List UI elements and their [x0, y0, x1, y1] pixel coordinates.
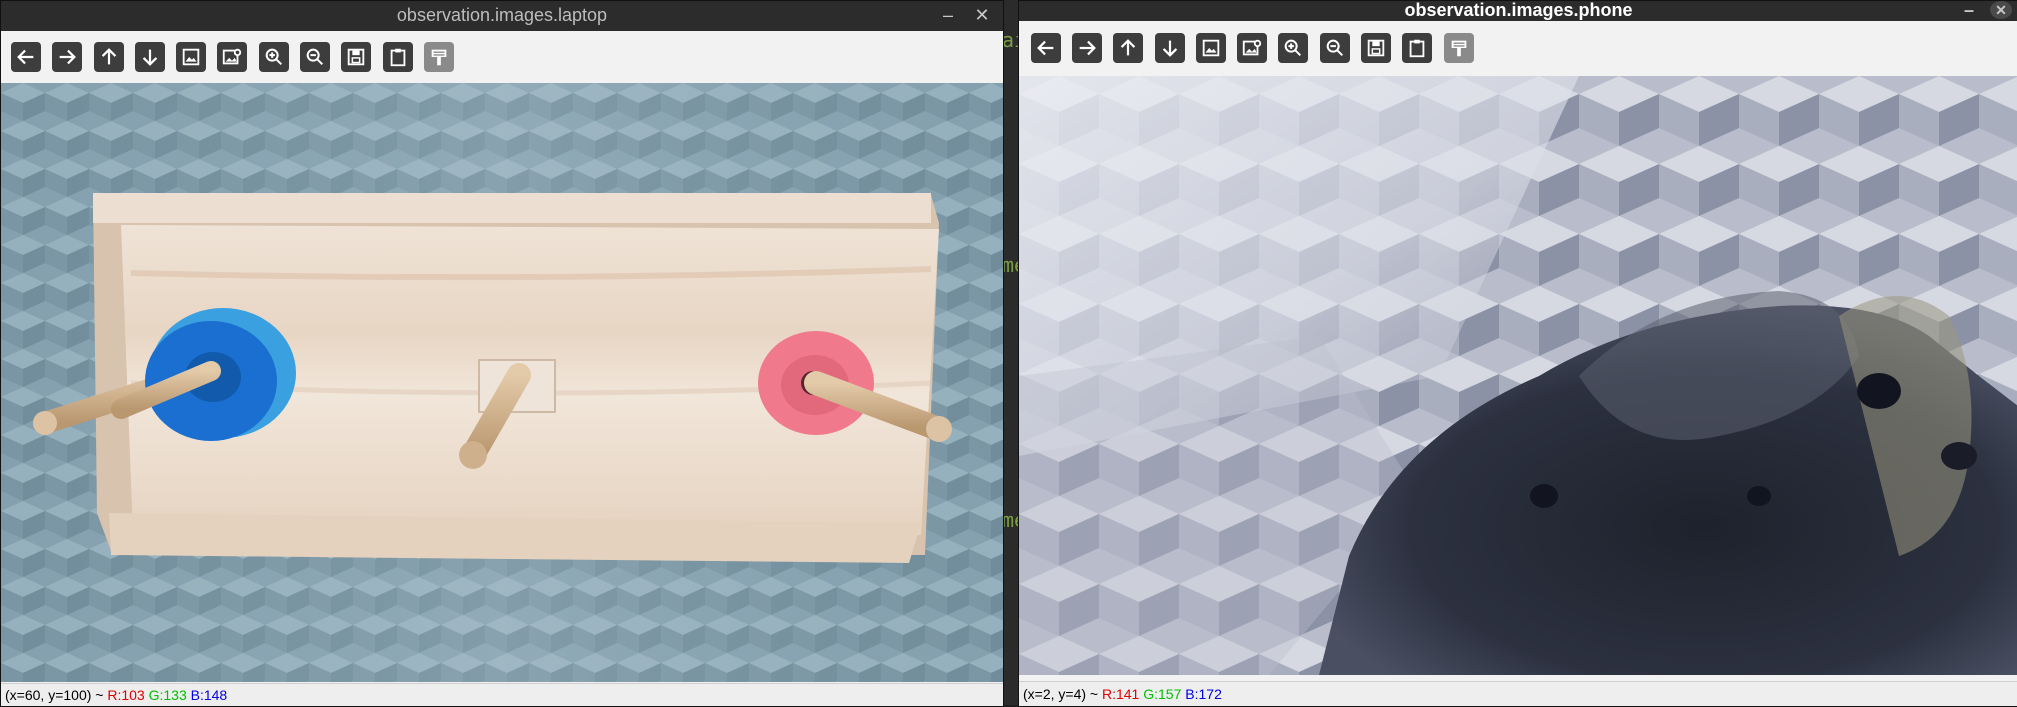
back-icon [1037, 40, 1054, 56]
forward-button[interactable] [52, 42, 82, 72]
toolbar [1, 31, 1003, 83]
pixel-green-value: G:157 [1143, 686, 1182, 702]
zoom-out-button[interactable] [1320, 33, 1350, 63]
image-settings-icon [1242, 39, 1262, 56]
cursor-coordinates: (x=2, y=4) ~ [1023, 686, 1099, 702]
zoom-out-button[interactable] [300, 42, 330, 72]
image-settings-icon [222, 48, 242, 65]
status-bar: (x=60, y=100) ~ R:103 G:133 B:148 [1, 683, 1003, 706]
down-button[interactable] [1155, 33, 1185, 63]
minimize-button[interactable]: – [1958, 1, 1980, 19]
cursor-coordinates: (x=60, y=100) ~ [5, 687, 104, 703]
properties-icon [1451, 40, 1467, 57]
image-canvas[interactable] [1, 83, 1003, 682]
save-icon [347, 48, 365, 66]
back-icon [17, 49, 34, 65]
phone-camera-image [1019, 76, 2017, 675]
pixel-green-value: G:133 [148, 687, 187, 703]
back-button[interactable] [1031, 33, 1061, 63]
laptop-camera-image [1, 83, 1003, 682]
save-button[interactable] [1361, 33, 1391, 63]
properties-button[interactable] [424, 42, 454, 72]
save-button[interactable] [341, 42, 371, 72]
zoom-in-icon [1284, 39, 1302, 57]
down-arrow-icon [142, 49, 158, 66]
window-title: observation.images.laptop [396, 5, 608, 25]
zoom-in-button[interactable] [1278, 33, 1308, 63]
clipboard-button[interactable] [383, 42, 413, 72]
image-button[interactable] [1196, 33, 1226, 63]
window-title: observation.images.phone [1404, 0, 1633, 20]
status-bar: (x=2, y=4) ~ R:141 G:157 B:172 [1019, 681, 2017, 706]
up-button[interactable] [94, 42, 124, 72]
back-button[interactable] [11, 42, 41, 72]
up-arrow-icon [1120, 39, 1136, 56]
properties-icon [431, 49, 447, 66]
save-icon [1367, 39, 1385, 57]
forward-icon [59, 49, 76, 65]
clipboard-icon [390, 48, 406, 67]
title-bar[interactable]: observation.images.laptop – ✕ [1, 1, 1003, 31]
laptop-image-window[interactable]: observation.images.laptop – ✕ (x=60, y=1… [0, 0, 1004, 707]
zoom-in-button[interactable] [259, 42, 289, 72]
properties-button[interactable] [1444, 33, 1474, 63]
pixel-blue-value: B:172 [1185, 686, 1222, 702]
pixel-blue-value: B:148 [190, 687, 228, 703]
background-window-strip: ai me me [1002, 0, 1018, 705]
clipboard-button[interactable] [1402, 33, 1432, 63]
image-canvas[interactable] [1019, 76, 2017, 675]
phone-image-window[interactable]: observation.images.phone – ✕ (x=2, y=4) … [1018, 0, 2017, 707]
zoom-out-icon [306, 48, 324, 66]
image-settings-button[interactable] [217, 42, 247, 72]
zoom-out-icon [1326, 39, 1344, 57]
up-button[interactable] [1113, 33, 1143, 63]
close-button[interactable]: ✕ [969, 1, 995, 29]
forward-icon [1079, 40, 1096, 56]
background-text-fragment: ai [1002, 28, 1018, 52]
down-arrow-icon [1162, 40, 1178, 57]
toolbar [1019, 21, 2017, 76]
background-text-fragment: me [1002, 508, 1018, 532]
pixel-red-value: R:103 [107, 687, 145, 703]
title-bar[interactable]: observation.images.phone – ✕ [1019, 1, 2017, 21]
up-arrow-icon [101, 48, 117, 65]
image-icon [1202, 39, 1220, 57]
zoom-in-icon [265, 48, 283, 66]
forward-button[interactable] [1072, 33, 1102, 63]
image-settings-button[interactable] [1237, 33, 1267, 63]
minimize-button[interactable]: – [935, 1, 961, 29]
pixel-red-value: R:141 [1101, 686, 1140, 702]
background-text-fragment: me [1002, 253, 1018, 277]
close-button[interactable]: ✕ [1990, 1, 2012, 19]
clipboard-icon [1409, 39, 1425, 58]
image-icon [182, 48, 200, 66]
image-button[interactable] [176, 42, 206, 72]
down-button[interactable] [135, 42, 165, 72]
